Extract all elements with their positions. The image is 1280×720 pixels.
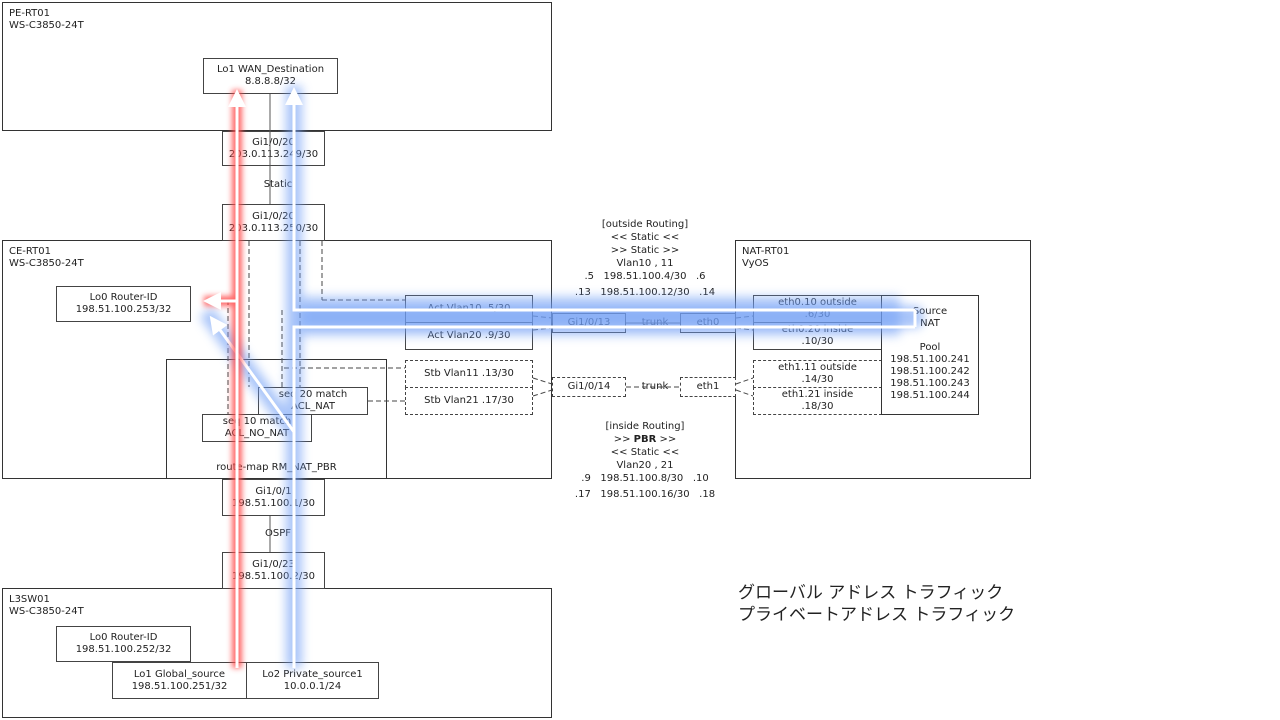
- trunk-standby-label: trunk: [640, 381, 670, 393]
- link-ce-l3-label: OSPF: [261, 528, 295, 540]
- inside-routing-info: [inside Routing] >> PBR >> << Static << …: [574, 421, 716, 500]
- l3sw-gi1-0-23: Gi1/0/23 198.51.100.2/30: [222, 552, 325, 589]
- ce-act-vlan10: Act Vlan10 .5/30: [405, 295, 533, 323]
- ce-act-vlan20: Act Vlan20 .9/30: [405, 322, 533, 350]
- device-pe-rt01-label: PE-RT01 WS-C3850-24T: [9, 8, 84, 31]
- ce-gi1-0-13: Gi1/0/13: [552, 313, 626, 333]
- l3sw-lo0-router-id: Lo0 Router-ID 198.51.100.252/32: [56, 626, 191, 662]
- link-pe-ce-label: Static: [259, 179, 297, 191]
- nat-eth0-10-outside: eth0.10 outside .6/30: [753, 295, 882, 323]
- pe-lo1-wan-destination: Lo1 WAN_Destination 8.8.8.8/32: [203, 58, 338, 94]
- l3sw-lo1-global-source: Lo1 Global_source 198.51.100.251/32: [112, 662, 247, 699]
- ce-stb-vlan21: Stb Vlan21 .17/30: [405, 387, 533, 415]
- nat-eth1-21-inside: eth1.21 inside .18/30: [753, 387, 882, 415]
- nat-eth1: eth1: [680, 377, 736, 397]
- device-l3sw01-label: L3SW01 WS-C3850-24T: [9, 594, 84, 617]
- device-ce-rt01-label: CE-RT01 WS-C3850-24T: [9, 246, 84, 269]
- nat-source-nat-pool: Source NAT Pool 198.51.100.241 198.51.10…: [881, 295, 979, 415]
- ce-gi1-0-1: Gi1/0/1 198.51.100.1/30: [222, 479, 325, 516]
- l3sw-lo2-private-source1: Lo2 Private_source1 10.0.0.1/24: [246, 662, 379, 699]
- source-nat-line1: Source: [912, 306, 948, 317]
- legend-global-label: グローバル アドレス トラフィック: [738, 583, 1004, 603]
- ce-lo0-router-id: Lo0 Router-ID 198.51.100.253/32: [56, 286, 191, 322]
- pool-label: Pool: [919, 342, 941, 353]
- legend-private-label: プライベートアドレス トラフィック: [738, 605, 1016, 625]
- trunk-active-label: trunk: [640, 317, 670, 329]
- route-map-seq10-acl-no-nat: seq 10 match ACL_NO_NAT: [202, 414, 312, 442]
- route-map-label: route-map RM_NAT_PBR: [216, 462, 337, 473]
- pool-addr: 198.51.100.244: [890, 390, 970, 401]
- pool-addr: 198.51.100.243: [890, 378, 970, 389]
- ce-gi1-0-14: Gi1/0/14: [552, 377, 626, 397]
- ce-gi1-0-20: Gi1/0/20 203.0.113.250/30: [222, 204, 325, 241]
- nat-eth0: eth0: [680, 313, 736, 333]
- device-nat-rt01-label: NAT-RT01 VyOS: [742, 246, 790, 269]
- pool-addr: 198.51.100.242: [890, 366, 970, 377]
- pool-addr: 198.51.100.241: [890, 354, 970, 365]
- pe-gi1-0-20: Gi1/0/20 203.0.113.249/30: [222, 131, 325, 166]
- nat-eth1-11-outside: eth1.11 outside .14/30: [753, 360, 882, 388]
- ce-stb-vlan11: Stb Vlan11 .13/30: [405, 360, 533, 388]
- route-map-seq20-acl-nat: seq 20 match ACL_NAT: [258, 387, 368, 415]
- outside-routing-info: [outside Routing] << Static << >> Static…: [574, 219, 716, 298]
- nat-eth0-20-inside: eth0.20 inside .10/30: [753, 322, 882, 350]
- source-nat-line2: NAT: [920, 318, 940, 329]
